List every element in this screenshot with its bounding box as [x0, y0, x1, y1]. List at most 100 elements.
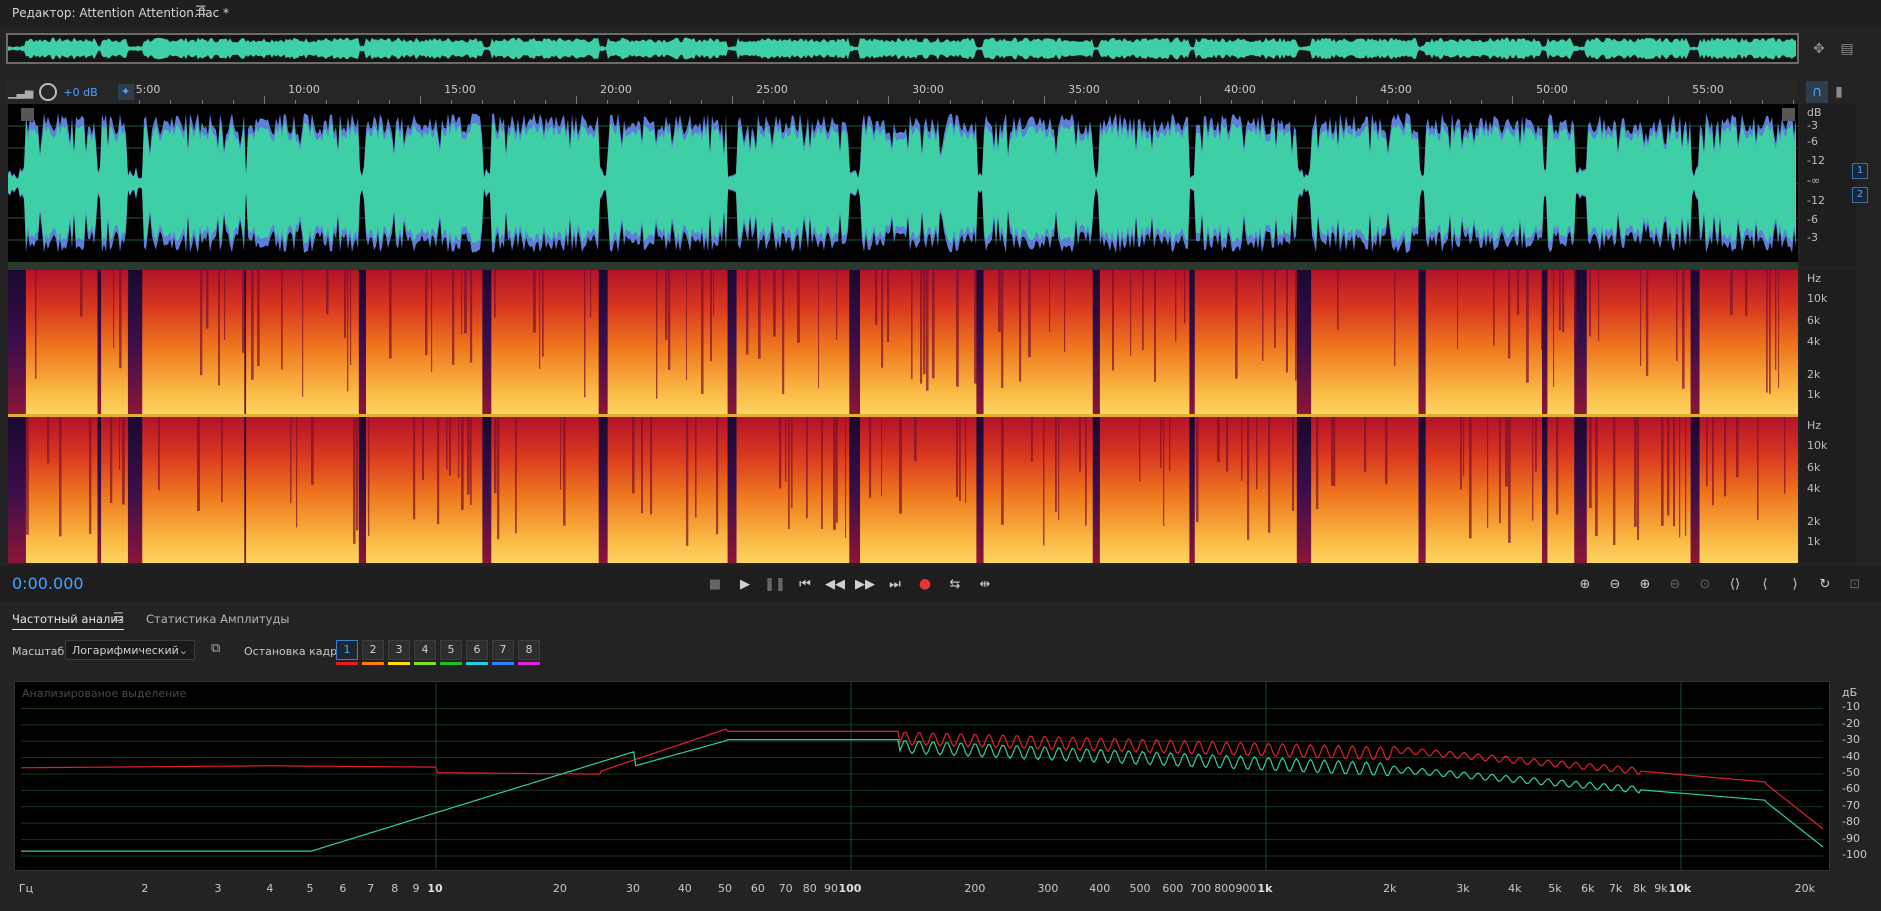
spectral-view-channel-1[interactable] [8, 270, 1798, 414]
freeze-frame-button-5[interactable]: 5 [440, 640, 462, 660]
level-meter-icon[interactable]: ▁▃▅ [8, 86, 33, 99]
copy-icon[interactable]: ⧉ [211, 641, 229, 659]
spectro-streak [461, 417, 464, 510]
spectro-segment [1099, 417, 1190, 563]
freeze-frame-button-6[interactable]: 6 [466, 640, 488, 660]
spectro-streak [1637, 417, 1640, 540]
spectro-streak [467, 417, 470, 495]
spectral-view-channel-2[interactable] [8, 417, 1798, 563]
tab-menu-icon[interactable]: ☰ [113, 610, 124, 624]
overview-menu-icon[interactable]: ▤ [1836, 38, 1858, 60]
zoom-full-icon[interactable]: ⊙ [1694, 573, 1716, 595]
zoom-in-amplitude-icon[interactable]: ⊕ [1574, 573, 1596, 595]
frequency-scale-label: 10k [1807, 292, 1828, 305]
zoom-out-time-icon[interactable]: ⊖ [1664, 573, 1686, 595]
waveform-display[interactable] [8, 104, 1798, 262]
freq-axis-label: 4k [1508, 882, 1522, 895]
zoom-in-time-icon[interactable]: ⊕ [1634, 573, 1656, 595]
marker-icon[interactable]: ▮ [1828, 81, 1850, 103]
play-button[interactable]: ▶ [734, 573, 756, 595]
spectro-streak [350, 270, 352, 365]
zoom-out-amplitude-icon[interactable]: ⊖ [1604, 573, 1626, 595]
go-to-start-button[interactable]: ⏮ [794, 573, 816, 595]
loop-button[interactable]: ⇆ [944, 573, 966, 595]
spectro-segment [1586, 270, 1691, 414]
zoom-left-icon[interactable]: ⟨ [1754, 573, 1776, 595]
freeze-frame-button-8[interactable]: 8 [518, 640, 540, 660]
channel-2-badge[interactable]: 2 [1852, 187, 1868, 203]
spectro-streak [326, 270, 329, 315]
tab-frequency-analysis[interactable]: Частотный анализ [12, 612, 124, 630]
record-button[interactable]: ● [914, 573, 936, 595]
curve-channel-right [21, 739, 1824, 852]
freq-axis-label: 2k [1383, 882, 1397, 895]
zoom-right-icon[interactable]: ⟩ [1784, 573, 1806, 595]
gain-value[interactable]: +0 dB [63, 86, 97, 99]
freeze-frame-color [362, 662, 384, 665]
spectro-streak [1574, 270, 1577, 343]
overview-wave-shape [8, 37, 1796, 60]
spectro-streak [1769, 270, 1771, 394]
freq-axis-label: 700 [1190, 882, 1212, 895]
tab-amplitude-statistics[interactable]: Статистика Амплитуды [146, 612, 290, 626]
amplitude-scale-label: -∞ [1807, 174, 1821, 187]
spectro-streak [1706, 417, 1708, 487]
gain-knob-icon[interactable] [39, 83, 58, 101]
amplitude-scale-label: -6 [1807, 213, 1818, 226]
spectro-segment [860, 417, 977, 563]
spectro-streak [833, 417, 836, 530]
rewind-button[interactable]: ◀◀ [824, 573, 846, 595]
spectro-streak [932, 270, 935, 379]
snap-icon[interactable]: ∩ [1806, 81, 1828, 103]
spectro-streak [869, 417, 872, 498]
spectro-streak [1043, 417, 1045, 546]
spectro-streak [974, 270, 977, 384]
spectro-streak [590, 270, 592, 317]
freeze-frame-button-7[interactable]: 7 [492, 640, 514, 660]
spectro-streak [1589, 270, 1591, 337]
spectro-streak [200, 270, 203, 376]
spectro-streak [1394, 270, 1396, 366]
zoom-selection-icon[interactable]: ⟨⟩ [1724, 573, 1746, 595]
pin-icon[interactable]: ✦ [117, 84, 134, 100]
hamburger-icon[interactable]: ☰ [195, 4, 207, 19]
spectro-streak [887, 270, 890, 343]
spectro-streak [1385, 417, 1388, 485]
spectro-streak [1775, 270, 1777, 370]
freeze-frame-button-2[interactable]: 2 [362, 640, 384, 660]
freq-axis-label: 100 [838, 882, 862, 895]
zoom-corner-icon[interactable] [1782, 108, 1795, 121]
spectro-streak [1226, 417, 1229, 472]
panel-divider[interactable] [8, 262, 1798, 270]
freeze-frame-color [336, 662, 358, 665]
skip-selection-button[interactable]: ⇹ [974, 573, 996, 595]
channel-1-badge[interactable]: 1 [1852, 163, 1868, 179]
frequency-plot[interactable] [14, 681, 1830, 871]
scale-select[interactable]: Логарифмический ⌄ [65, 640, 195, 660]
freeze-frame-button-3[interactable]: 3 [388, 640, 410, 660]
zoom-center-icon[interactable]: ✥ [1808, 38, 1830, 60]
spectro-streak [1685, 417, 1687, 536]
spectro-streak [311, 417, 314, 485]
spectro-streak [206, 270, 209, 329]
spectro-segment [1425, 270, 1543, 414]
go-to-end-button[interactable]: ⏭ [884, 573, 906, 595]
freeze-frame-button-4[interactable]: 4 [414, 640, 436, 660]
spectro-segment [1194, 417, 1297, 563]
spectro-streak [785, 417, 787, 482]
freq-axis-label: 600 [1162, 882, 1184, 895]
freeze-frame-button-1[interactable]: 1 [336, 640, 358, 660]
zoom-reset-icon[interactable]: ↻ [1814, 573, 1836, 595]
editor-header [0, 0, 1881, 26]
pause-button[interactable]: ❚❚ [764, 573, 786, 595]
spectro-streak [461, 270, 463, 335]
fast-forward-button[interactable]: ▶▶ [854, 573, 876, 595]
timecode[interactable]: 0:00.000 [12, 574, 84, 593]
time-ruler[interactable]: 5:00 10:00 15:00 20:00 25:00 30:00 35:00 40:00 4… [8, 80, 1798, 104]
zoom-extra-icon[interactable]: ⊡ [1844, 573, 1866, 595]
zoom-corner-icon[interactable] [21, 108, 34, 121]
spectro-streak [1019, 270, 1022, 382]
overview-waveform[interactable] [6, 33, 1799, 64]
spectro-streak [641, 417, 643, 514]
stop-button[interactable]: ■ [704, 573, 726, 595]
